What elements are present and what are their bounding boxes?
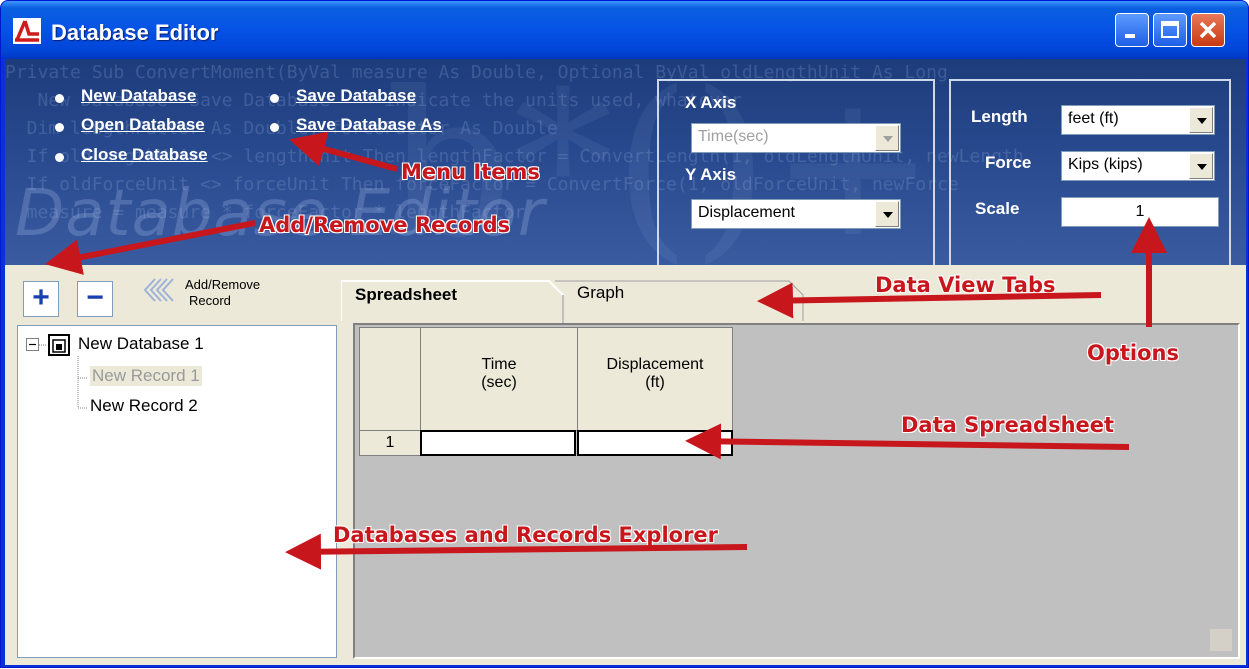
tab-spreadsheet[interactable]: Spreadsheet [355, 285, 457, 305]
window-title: Database Editor [51, 20, 219, 45]
app-window: Database Editor b*()+ Private Sub Conver… [0, 0, 1249, 668]
annotation-menu-items: Menu Items [401, 160, 540, 184]
minimize-button[interactable] [1115, 13, 1149, 47]
column-header-time[interactable]: Time (sec) [420, 327, 578, 431]
chevron-down-icon [1197, 164, 1207, 170]
database-icon [48, 334, 70, 356]
add-remove-record-label: Add/Remove Record [185, 277, 261, 308]
length-dropdown-button[interactable] [1189, 107, 1213, 133]
chevron-down-icon [1197, 118, 1207, 124]
annotation-options: Options [1087, 341, 1179, 365]
data-spreadsheet[interactable]: Time (sec) Displacement (ft) 1 [353, 323, 1240, 659]
table-cell[interactable] [577, 430, 733, 456]
menu-new-database[interactable]: New Database [81, 86, 196, 106]
annotation-data-view-tabs: Data View Tabs [875, 273, 1056, 297]
title-bar[interactable]: Database Editor [1, 1, 1248, 59]
main-body: + − Add/Remove Record New Database 1 New… [5, 265, 1246, 665]
annotation-explorer: Databases and Records Explorer [333, 523, 719, 547]
bullet-icon [55, 153, 64, 162]
minimize-icon [1125, 34, 1135, 38]
scale-input[interactable]: 1 [1061, 197, 1219, 227]
database-explorer[interactable]: New Database 1 New Record 1 New Record 2 [17, 325, 337, 658]
size-grip[interactable] [1210, 629, 1232, 651]
force-select[interactable]: Kips (kips) [1061, 151, 1215, 181]
bullet-icon [55, 123, 64, 132]
menu-open-database[interactable]: Open Database [81, 115, 205, 135]
app-logo-icon [13, 18, 41, 44]
header-panel: b*()+ Private Sub ConvertMoment(ByVal me… [5, 59, 1246, 265]
menu-close-database[interactable]: Close Database [81, 145, 208, 165]
corner-header-cell [359, 327, 421, 431]
menu-save-database[interactable]: Save Database [296, 86, 416, 106]
minus-icon: − [86, 281, 104, 314]
plus-icon: + [32, 281, 50, 314]
close-icon [1199, 21, 1217, 39]
length-label: Length [971, 107, 1028, 126]
table-cell[interactable] [420, 430, 576, 456]
maximize-button[interactable] [1153, 13, 1187, 47]
force-label: Force [985, 153, 1032, 172]
x-axis-select[interactable]: Time(sec) [691, 123, 901, 153]
options-group: Length feet (ft) Force Kips (kips) Scale… [949, 79, 1231, 265]
tree-record-item[interactable]: New Record 1 [90, 366, 202, 386]
tab-graph[interactable]: Graph [577, 283, 624, 303]
maximize-icon [1161, 21, 1179, 38]
chevron-down-icon [883, 212, 893, 218]
remove-record-button[interactable]: − [77, 281, 113, 317]
bullet-icon [55, 94, 64, 103]
close-button[interactable] [1191, 13, 1225, 47]
row-header-cell[interactable]: 1 [359, 430, 421, 456]
y-axis-dropdown-button[interactable] [875, 201, 899, 227]
add-record-button[interactable]: + [23, 281, 59, 317]
menu-save-database-as[interactable]: Save Database As [296, 115, 442, 135]
chevron-down-icon [883, 136, 893, 142]
x-axis-label: X Axis [685, 93, 737, 112]
column-header-displacement[interactable]: Displacement (ft) [577, 327, 733, 431]
y-axis-label: Y Axis [685, 165, 737, 184]
length-select[interactable]: feet (ft) [1061, 105, 1215, 135]
tree-database-item[interactable]: New Database 1 [78, 334, 204, 354]
x-axis-dropdown-button[interactable] [875, 125, 899, 151]
y-axis-select[interactable]: Displacement [691, 199, 901, 229]
tree-record-item[interactable]: New Record 2 [90, 396, 198, 416]
bullet-icon [270, 94, 279, 103]
scale-label: Scale [975, 199, 1020, 218]
annotation-add-remove: Add/Remove Records [259, 213, 511, 237]
force-dropdown-button[interactable] [1189, 153, 1213, 179]
double-chevron-left-icon [143, 278, 174, 302]
bullet-icon [270, 123, 279, 132]
annotation-data-spreadsheet: Data Spreadsheet [901, 413, 1115, 437]
axis-group: X Axis Time(sec) Y Axis Displacement [657, 79, 935, 265]
